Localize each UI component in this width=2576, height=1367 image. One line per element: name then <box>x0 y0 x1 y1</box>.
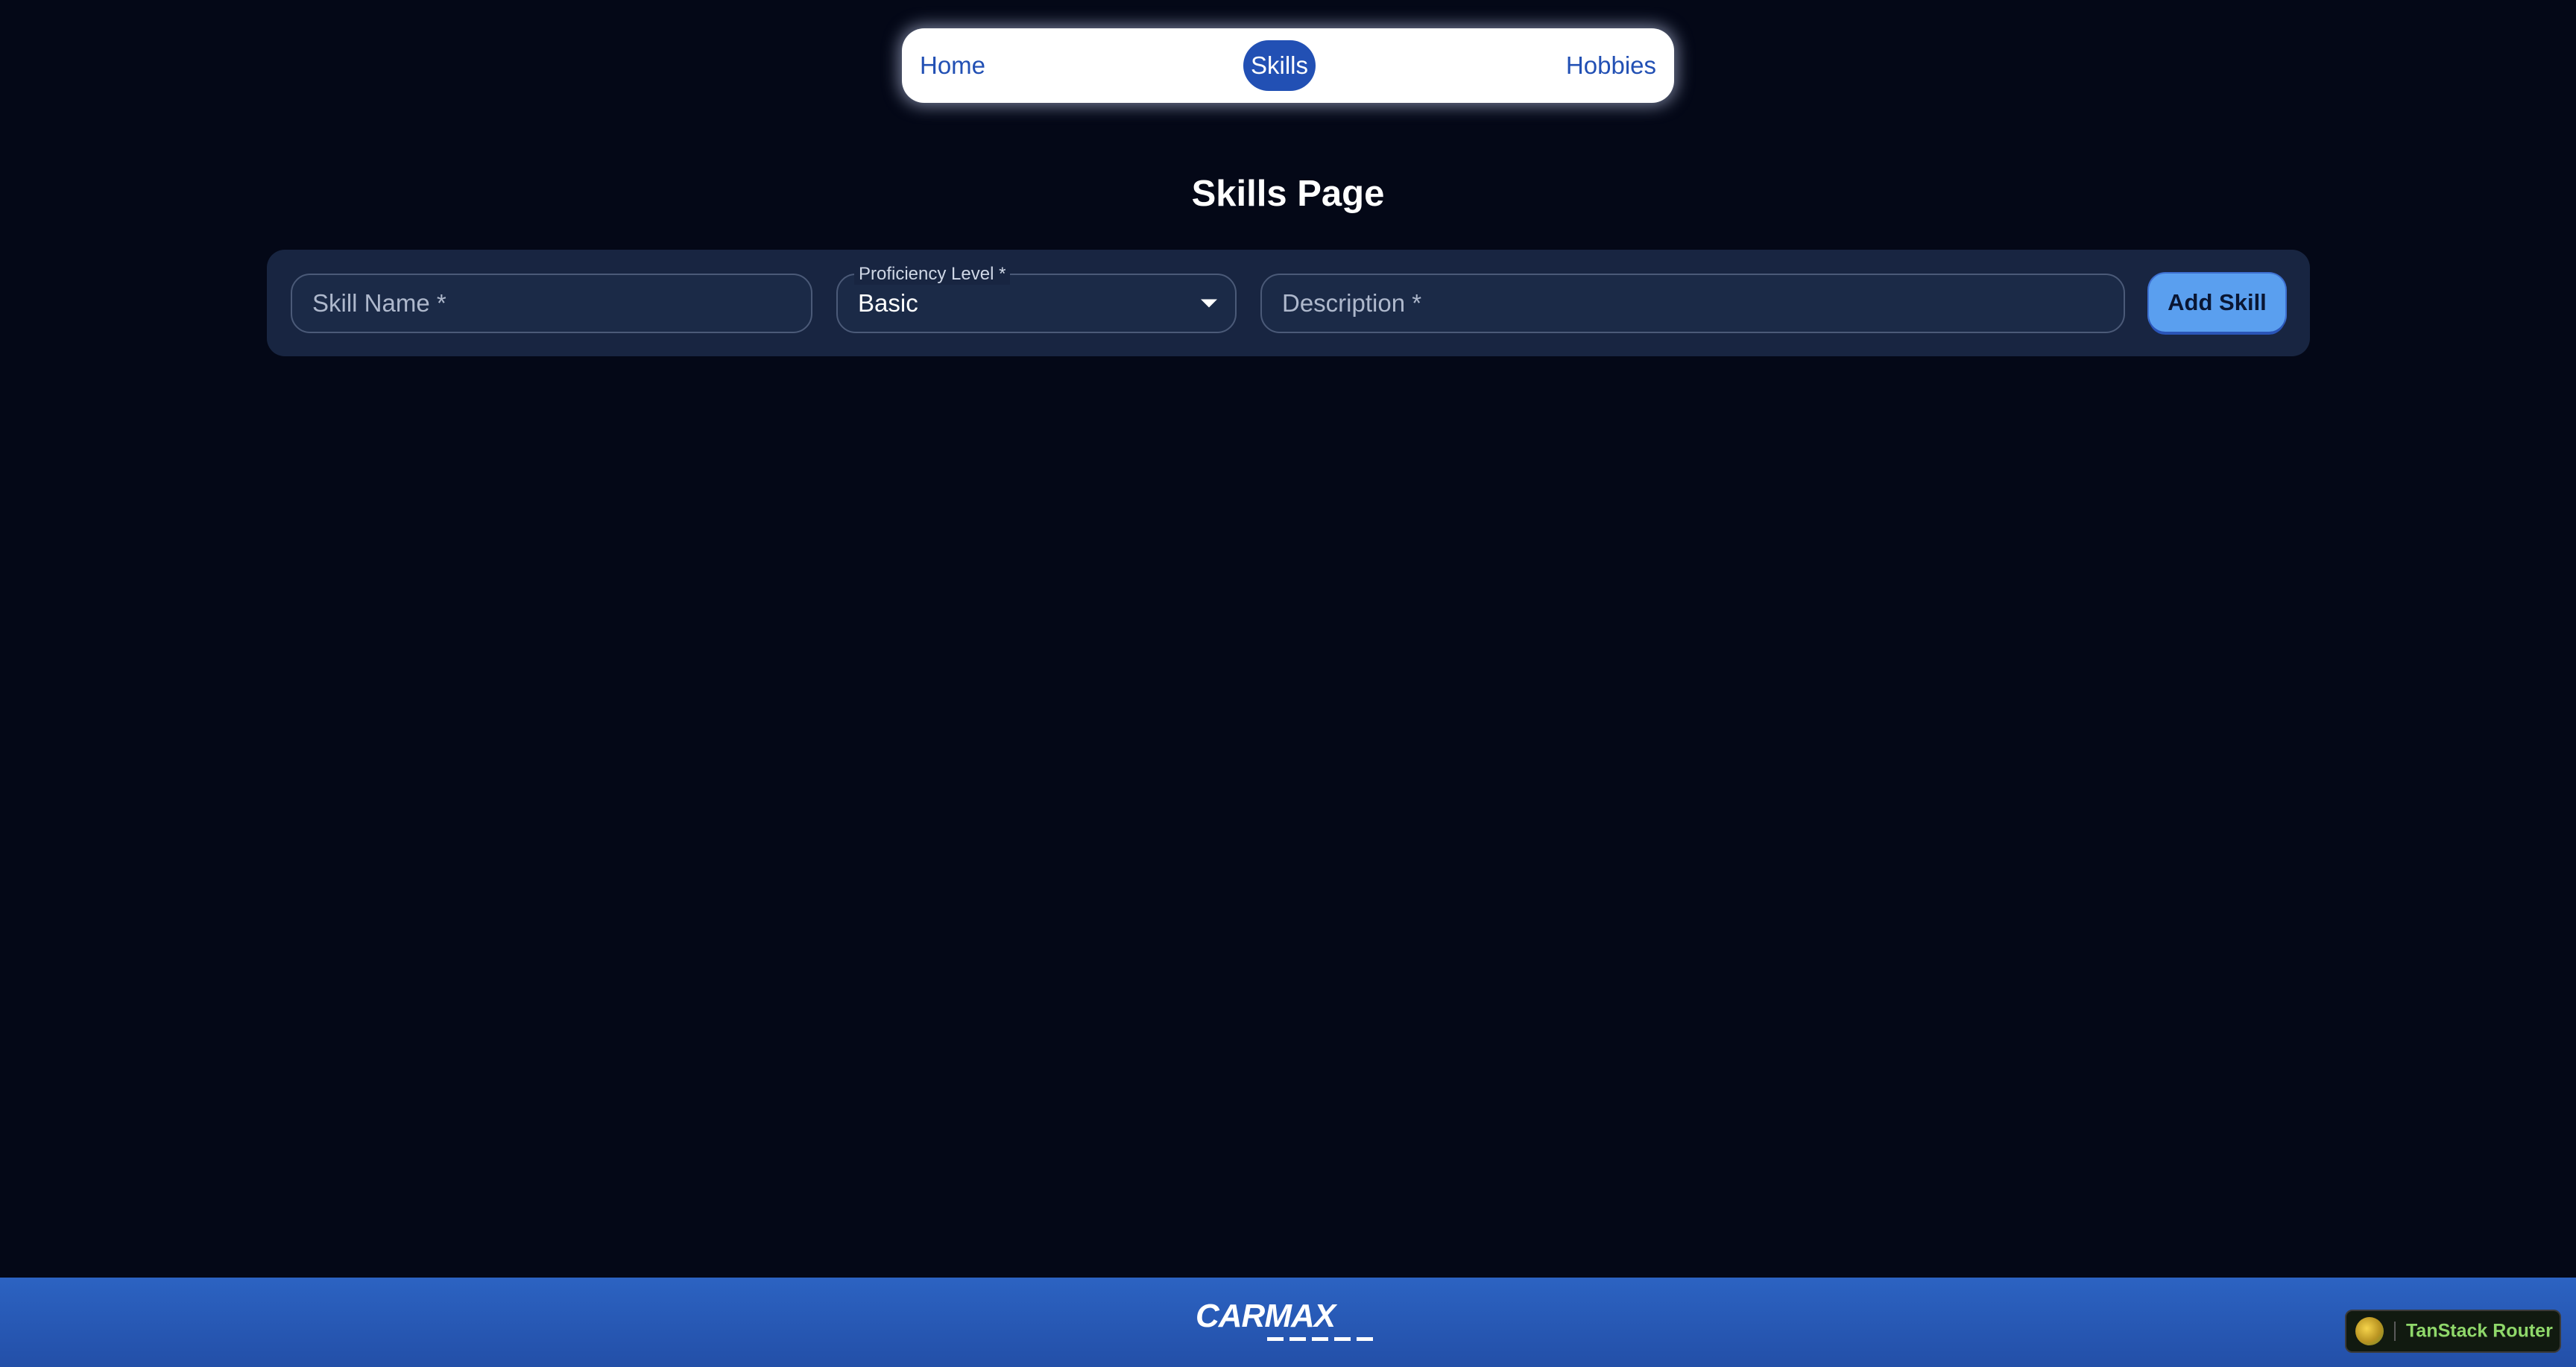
skill-name-input[interactable] <box>292 275 811 332</box>
chevron-down-icon <box>1201 299 1217 308</box>
tanstack-router-icon <box>2355 1317 2384 1345</box>
nav-link-home[interactable]: Home <box>920 51 985 80</box>
description-field <box>1260 274 2125 333</box>
top-navbar: Home Skills Hobbies <box>902 28 1674 103</box>
nav-link-hobbies[interactable]: Hobbies <box>1566 51 1656 80</box>
proficiency-select[interactable]: Proficiency Level * Basic <box>836 264 1237 333</box>
skill-name-field <box>291 274 812 333</box>
proficiency-value: Basic <box>858 289 918 317</box>
page-title: Skills Page <box>1191 174 1385 214</box>
carmax-logo-dashes <box>1267 1337 1379 1341</box>
nav-link-skills[interactable]: Skills <box>1243 40 1316 91</box>
proficiency-label: Proficiency Level * <box>854 264 1011 285</box>
add-skill-button[interactable]: Add Skill <box>2149 274 2285 332</box>
tanstack-router-label: TanStack Router <box>2406 1320 2553 1342</box>
carmax-logo-text: CARMAX <box>1196 1298 1336 1334</box>
badge-divider <box>2394 1322 2396 1341</box>
app-root: Home Skills Hobbies Skills Page Proficie… <box>0 0 2576 1367</box>
add-skill-form: Proficiency Level * Basic Add Skill <box>267 250 2310 356</box>
footer: CARMAX <box>0 1278 2576 1367</box>
tanstack-router-devtools-button[interactable]: TanStack Router <box>2345 1310 2561 1353</box>
description-input[interactable] <box>1262 275 2124 332</box>
carmax-logo: CARMAX <box>1196 1300 1382 1345</box>
